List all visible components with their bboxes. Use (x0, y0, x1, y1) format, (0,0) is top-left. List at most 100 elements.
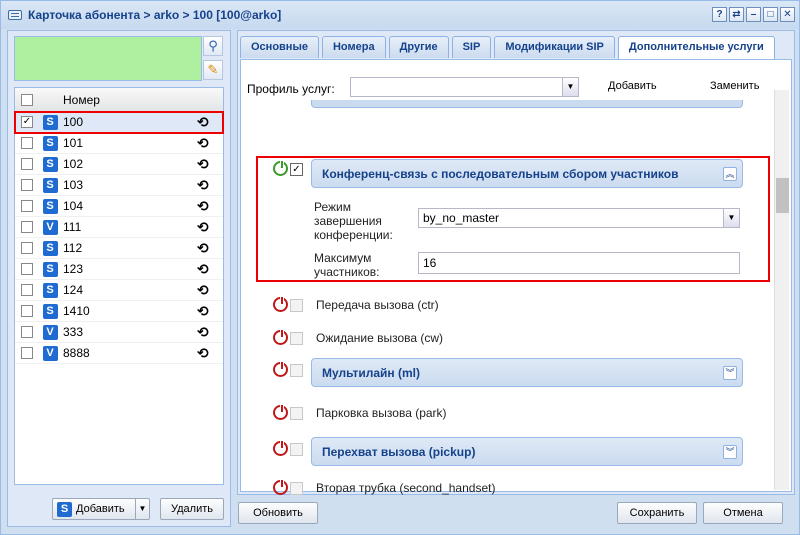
row-checkbox[interactable]: ✓ (21, 116, 33, 128)
row-checkbox[interactable] (21, 263, 33, 275)
history-icon[interactable]: ⟲ (197, 282, 209, 299)
row-checkbox[interactable] (21, 200, 33, 212)
history-icon[interactable]: ⟲ (197, 114, 209, 131)
refresh-window-button[interactable]: ⇄ (729, 7, 744, 22)
row-checkbox[interactable] (21, 137, 33, 149)
refresh-button[interactable]: Обновить (238, 502, 318, 524)
table-row[interactable]: S 124 ⟲ (15, 280, 223, 301)
tab-additional-services[interactable]: Дополнительные услуги (617, 36, 775, 59)
end-mode-label: Режим завершения конференции: (314, 200, 393, 242)
title-bar: Карточка абонента > arko > 100 [100@arko… (1, 1, 799, 29)
table-row[interactable]: ✓ S 100 ⟲ (14, 111, 224, 134)
power-off-icon[interactable] (273, 404, 288, 420)
max-participants-input[interactable]: 16 (418, 252, 740, 274)
service-group-header[interactable]: Перехват вызова (pickup) ︾ (311, 437, 743, 466)
collapsed-group-edge (311, 100, 743, 108)
minimize-button[interactable]: – (746, 7, 761, 22)
search-icon[interactable]: ⚲ (203, 36, 223, 56)
subscriber-type-icon: S (42, 135, 58, 151)
close-button[interactable]: ✕ (780, 7, 795, 22)
row-checkbox[interactable] (21, 326, 33, 338)
row-checkbox[interactable] (21, 179, 33, 191)
service-group-header[interactable]: Мультилайн (ml) ︾ (311, 358, 743, 387)
column-header-number[interactable]: Номер (61, 93, 197, 107)
table-row[interactable]: S 102 ⟲ (15, 154, 223, 175)
edit-icon[interactable]: ✎ (203, 60, 223, 80)
tab-other[interactable]: Другие (388, 36, 449, 58)
service-checkbox[interactable] (290, 364, 303, 377)
power-on-icon[interactable] (273, 160, 288, 176)
table-row[interactable]: S 123 ⟲ (15, 259, 223, 280)
history-icon[interactable]: ⟲ (197, 345, 209, 362)
row-checkbox[interactable] (21, 242, 33, 254)
tab-sip[interactable]: SIP (451, 36, 492, 58)
history-icon[interactable]: ⟲ (197, 219, 209, 236)
tab-main[interactable]: Основные (240, 36, 319, 58)
maximize-button[interactable]: □ (763, 7, 778, 22)
chevron-down-icon[interactable]: ▼ (135, 499, 149, 519)
service-label: Передача вызова (ctr) (316, 298, 439, 312)
profile-select[interactable]: ▼ (350, 77, 579, 97)
virtual-type-icon: V (42, 345, 58, 361)
service-checkbox[interactable] (290, 299, 303, 312)
power-off-icon[interactable] (273, 296, 288, 312)
power-off-icon[interactable] (273, 361, 288, 377)
window-title: Карточка абонента > arko > 100 [100@arko… (28, 8, 282, 22)
power-off-icon[interactable] (273, 440, 288, 456)
table-row[interactable]: S 101 ⟲ (15, 133, 223, 154)
add-number-button[interactable]: S Добавить ▼ (52, 498, 150, 520)
conference-title: Конференц-связь с последовательным сборо… (322, 167, 682, 181)
row-checkbox[interactable] (21, 158, 33, 170)
conference-checkbox[interactable]: ✓ (290, 163, 303, 176)
history-icon[interactable]: ⟲ (197, 240, 209, 257)
expand-icon[interactable]: ︾ (723, 366, 737, 380)
save-button[interactable]: Сохранить (617, 502, 697, 524)
service-checkbox[interactable] (290, 332, 303, 345)
row-checkbox[interactable] (21, 347, 33, 359)
history-icon[interactable]: ⟲ (197, 303, 209, 320)
history-icon[interactable]: ⟲ (197, 261, 209, 278)
service-label: Парковка вызова (park) (316, 406, 447, 420)
conference-group-header[interactable]: Конференц-связь с последовательным сборо… (311, 159, 743, 188)
subscriber-card-window: Карточка абонента > arko > 100 [100@arko… (0, 0, 800, 535)
table-row[interactable]: S 104 ⟲ (15, 196, 223, 217)
service-checkbox[interactable] (290, 482, 303, 495)
service-checkbox[interactable] (290, 443, 303, 456)
table-row[interactable]: S 112 ⟲ (15, 238, 223, 259)
table-row[interactable]: S 1410 ⟲ (15, 301, 223, 322)
power-off-icon[interactable] (273, 479, 288, 495)
row-number: 111 (63, 220, 82, 234)
help-button[interactable]: ? (712, 7, 727, 22)
subscriber-type-icon: S (42, 198, 58, 214)
profile-replace-button[interactable]: Заменить (710, 80, 759, 92)
row-checkbox[interactable] (21, 221, 33, 233)
table-row[interactable]: S 103 ⟲ (15, 175, 223, 196)
history-icon[interactable]: ⟲ (197, 198, 209, 215)
row-number: 100 (63, 115, 84, 129)
profile-add-button[interactable]: Добавить (608, 80, 657, 92)
tab-numbers[interactable]: Номера (321, 36, 386, 58)
row-checkbox[interactable] (21, 305, 33, 317)
table-row[interactable]: V 8888 ⟲ (15, 343, 223, 364)
table-row[interactable]: V 111 ⟲ (15, 217, 223, 238)
select-all-checkbox[interactable] (21, 93, 33, 106)
history-icon[interactable]: ⟲ (197, 177, 209, 194)
chevron-down-icon[interactable]: ▼ (562, 78, 578, 96)
expand-icon[interactable]: ︾ (723, 445, 737, 459)
tab-sip-modifications[interactable]: Модификации SIP (494, 36, 615, 58)
service-checkbox[interactable] (290, 407, 303, 420)
end-mode-select[interactable]: by_no_master ▼ (418, 208, 740, 228)
cancel-button[interactable]: Отмена (703, 502, 783, 524)
history-icon[interactable]: ⟲ (197, 135, 209, 152)
history-icon[interactable]: ⟲ (197, 156, 209, 173)
collapse-icon[interactable]: ︽ (723, 167, 737, 181)
chevron-down-icon[interactable]: ▼ (723, 209, 739, 227)
power-off-icon[interactable] (273, 329, 288, 345)
scrollbar[interactable] (774, 90, 789, 490)
delete-number-button[interactable]: Удалить (160, 498, 224, 520)
scrollbar-thumb[interactable] (776, 178, 789, 213)
history-icon[interactable]: ⟲ (197, 324, 209, 341)
row-number: 8888 (63, 346, 90, 360)
table-row[interactable]: V 333 ⟲ (15, 322, 223, 343)
row-checkbox[interactable] (21, 284, 33, 296)
